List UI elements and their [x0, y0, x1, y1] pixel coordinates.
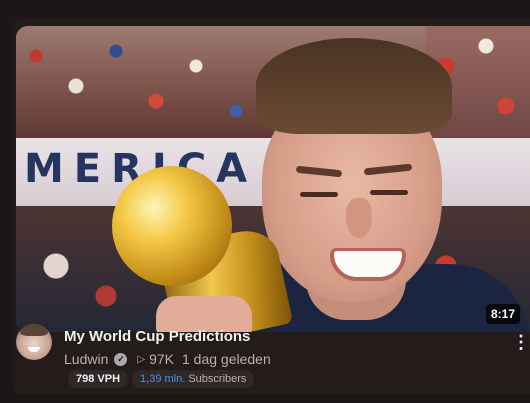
thumbnail-smile [330, 248, 406, 281]
view-count: 97K [149, 351, 174, 367]
upload-age: 1 dag geleden [182, 351, 271, 367]
video-title[interactable]: My World Cup Predictions [64, 328, 250, 345]
thumbnail-person-hair [256, 38, 452, 134]
avatar-mouth [28, 347, 40, 352]
stat-badges: 798 VPH 1,39 mln. Subscribers [68, 370, 255, 388]
more-dots-icon[interactable]: ⋮ [512, 332, 530, 353]
world-cup-trophy [112, 166, 232, 286]
subscriber-count: 1,39 mln. [140, 373, 186, 385]
subscriber-label: Subscribers [188, 373, 247, 385]
thumbnail-hand [156, 296, 252, 332]
video-meta-row: Ludwin ✓ ▷ 97K 1 dag geleden [64, 351, 271, 367]
thumbnail-right-eye [370, 190, 408, 195]
subscriber-badge: 1,39 mln. Subscribers [132, 370, 255, 388]
verified-check-icon: ✓ [114, 352, 128, 366]
vph-badge: 798 VPH [68, 370, 129, 388]
channel-avatar[interactable] [16, 324, 52, 360]
avatar-hair [20, 324, 48, 336]
thumbnail-nose [346, 198, 372, 238]
play-icon: ▷ [137, 353, 146, 365]
video-thumbnail[interactable]: MERICA 8:17 [16, 26, 530, 332]
channel-name[interactable]: Ludwin [64, 351, 108, 367]
video-duration-badge: 8:17 [485, 304, 520, 324]
video-card[interactable]: MERICA 8:17 My World Cup Predictions Lud… [12, 18, 530, 395]
thumbnail-left-eye [300, 192, 338, 197]
